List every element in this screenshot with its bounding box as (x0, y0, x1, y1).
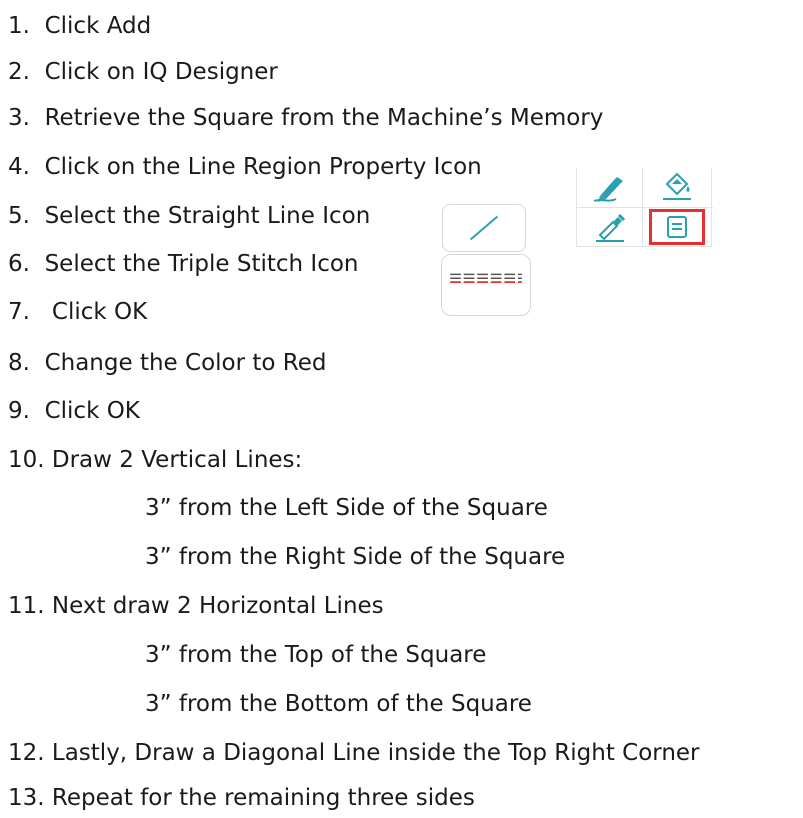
fill-icon[interactable] (653, 170, 701, 202)
step-number: 5. (8, 203, 30, 229)
step-number: 11. (8, 593, 45, 619)
panel-divider-horizontal (577, 207, 713, 208)
step-subtext: 3” from the Bottom of the Square (145, 691, 532, 717)
step-number: 12. (8, 740, 45, 766)
step-text: Click on IQ Designer (44, 59, 278, 85)
step-number: 8. (8, 350, 30, 376)
step-5: 5. Select the Straight Line Icon (8, 196, 370, 236)
step-text: Select the Triple Stitch Icon (44, 251, 359, 277)
step-text: Click Add (44, 13, 152, 39)
step-text: Draw 2 Vertical Lines: (51, 447, 303, 473)
step-6: 6. Select the Triple Stitch Icon (8, 244, 359, 284)
step-number: 2. (8, 59, 30, 85)
step-text: Next draw 2 Horizontal Lines (51, 593, 384, 619)
step-number: 13. (8, 785, 45, 811)
step-11-detail-bottom: 3” from the Bottom of the Square (145, 684, 532, 724)
line-region-property-panel (576, 168, 713, 247)
step-9: 9. Click OK (8, 391, 140, 431)
step-text: Click OK (44, 299, 148, 325)
step-11: 11. Next draw 2 Horizontal Lines (8, 586, 384, 626)
region-property-icon[interactable] (649, 209, 705, 245)
triple-stitch-icon[interactable] (441, 254, 531, 316)
step-2: 2. Click on IQ Designer (8, 52, 278, 92)
step-12: 12. Lastly, Draw a Diagonal Line inside … (8, 733, 700, 773)
step-number: 6. (8, 251, 30, 277)
step-text: Lastly, Draw a Diagonal Line inside the … (51, 740, 700, 766)
step-subtext: 3” from the Left Side of the Square (145, 495, 548, 521)
step-10: 10. Draw 2 Vertical Lines: (8, 440, 302, 480)
step-number: 7. (8, 299, 30, 325)
step-8: 8. Change the Color to Red (8, 343, 326, 383)
step-10-detail-right: 3” from the Right Side of the Square (145, 537, 565, 577)
step-subtext: 3” from the Right Side of the Square (145, 544, 566, 570)
step-number: 3. (8, 105, 30, 131)
step-subtext: 3” from the Top of the Square (145, 642, 487, 668)
step-1: 1. Click Add (8, 6, 151, 46)
step-number: 4. (8, 154, 30, 180)
step-number: 1. (8, 13, 30, 39)
step-4: 4. Click on the Line Region Property Ico… (8, 147, 482, 187)
step-text: Change the Color to Red (44, 350, 327, 376)
step-text: Repeat for the remaining three sides (51, 785, 475, 811)
step-3: 3. Retrieve the Square from the Machine’… (8, 98, 603, 138)
step-number: 10. (8, 447, 45, 473)
step-13: 13. Repeat for the remaining three sides (8, 778, 475, 818)
step-text: Select the Straight Line Icon (44, 203, 371, 229)
step-text: Retrieve the Square from the Machine’s M… (44, 105, 604, 131)
pen-icon[interactable] (586, 172, 634, 204)
step-text: Click OK (44, 398, 140, 424)
straight-line-icon[interactable] (442, 204, 526, 252)
step-11-detail-top: 3” from the Top of the Square (145, 635, 486, 675)
step-number: 9. (8, 398, 30, 424)
step-10-detail-left: 3” from the Left Side of the Square (145, 488, 548, 528)
step-7: 7. Click OK (8, 292, 147, 332)
dropper-icon[interactable] (586, 211, 634, 243)
step-text: Click on the Line Region Property Icon (44, 154, 482, 180)
